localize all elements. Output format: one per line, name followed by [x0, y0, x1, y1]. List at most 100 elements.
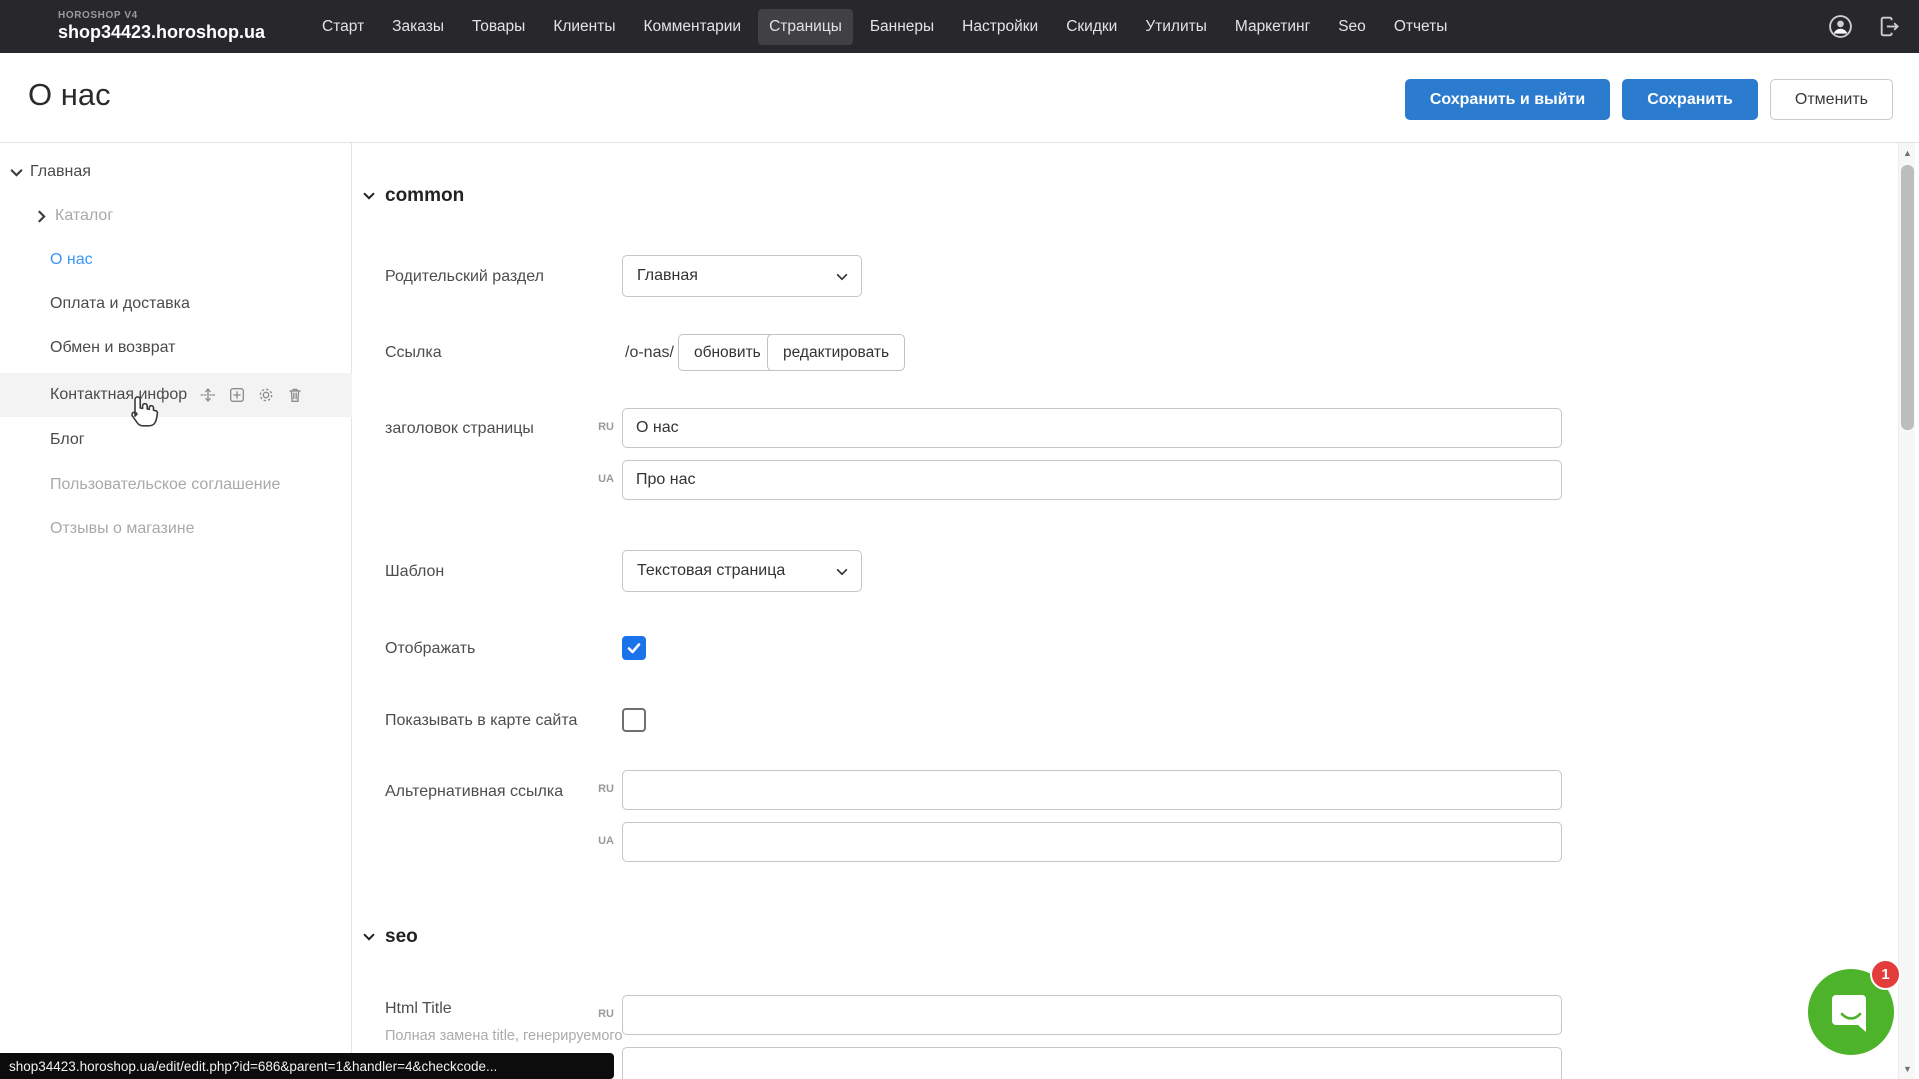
lang-ua-badge: UA — [586, 835, 614, 847]
page-title: О нас — [28, 77, 111, 113]
content-area: Главная Каталог О нас Оплата и доставка … — [0, 143, 1919, 1079]
top-navigation-bar: HOROSHOP V4 shop34423.horoshop.ua Старт … — [0, 0, 1919, 53]
page-heading-ru-input[interactable] — [622, 408, 1562, 448]
alt-link-ua-input[interactable] — [622, 822, 1562, 862]
chevron-right-icon — [33, 208, 50, 225]
settings-icon[interactable] — [257, 386, 275, 404]
nav-item-clients[interactable]: Клиенты — [542, 9, 626, 45]
save-and-exit-button[interactable]: Сохранить и выйти — [1405, 79, 1610, 120]
nav-item-products[interactable]: Товары — [461, 9, 536, 45]
link-label: Ссылка — [385, 344, 442, 362]
nav-item-seo[interactable]: Seo — [1327, 9, 1377, 45]
sidebar-item-kontaktnaya-informatsiya[interactable]: Контактная инфор — [0, 373, 352, 417]
chevron-down-icon — [835, 565, 849, 579]
chat-widget-button[interactable]: 1 — [1808, 969, 1894, 1055]
sidebar-item-obmen-i-vozvrat[interactable]: Обмен и возврат — [0, 326, 352, 370]
pages-tree-sidebar: Главная Каталог О нас Оплата и доставка … — [0, 143, 352, 1079]
vertical-scrollbar[interactable]: ▲ ▼ — [1898, 143, 1915, 1079]
tree-item-label: Обмен и возврат — [50, 339, 175, 357]
html-title-ru-input[interactable] — [622, 995, 1562, 1035]
nav-item-start[interactable]: Старт — [311, 9, 375, 45]
template-select[interactable]: Текстовая страница — [622, 550, 862, 592]
cancel-button[interactable]: Отменить — [1770, 79, 1893, 120]
link-path-value: /o-nas/ — [625, 344, 674, 362]
sitemap-checkbox[interactable] — [622, 708, 646, 732]
nav-item-banners[interactable]: Баннеры — [859, 9, 945, 45]
display-checkbox[interactable] — [622, 636, 646, 660]
sitemap-label: Показывать в карте сайта — [385, 712, 577, 730]
nav-item-settings[interactable]: Настройки — [951, 9, 1049, 45]
move-icon[interactable] — [199, 386, 217, 404]
nav-item-marketing[interactable]: Маркетинг — [1224, 9, 1321, 45]
tree-item-label: О нас — [50, 251, 93, 269]
sidebar-item-glavnaya[interactable]: Главная — [0, 150, 352, 194]
tree-item-label: Оплата и доставка — [50, 295, 190, 313]
chat-bubble-icon — [1828, 989, 1874, 1035]
save-button[interactable]: Сохранить — [1622, 79, 1758, 120]
parent-section-label: Родительский раздел — [385, 268, 544, 286]
brand-logo: HOROSHOP V4 shop34423.horoshop.ua — [58, 11, 265, 42]
sidebar-item-blog[interactable]: Блог — [0, 418, 352, 462]
lang-ru-badge: RU — [586, 421, 614, 433]
tree-item-label: Контактная инфор — [50, 386, 187, 404]
page-header: О нас Сохранить и выйти Сохранить Отмени… — [0, 53, 1919, 143]
tree-item-label: Пользовательское соглашение — [50, 476, 280, 494]
nav-item-utilities[interactable]: Утилиты — [1134, 9, 1218, 45]
header-action-buttons: Сохранить и выйти Сохранить Отменить — [1405, 79, 1893, 120]
sidebar-item-otzyvy-o-magazine[interactable]: Отзывы о магазине — [0, 507, 352, 551]
chat-unread-badge: 1 — [1870, 959, 1901, 990]
link-refresh-button[interactable]: обновить — [678, 334, 777, 371]
page-heading-label: заголовок страницы — [385, 420, 534, 438]
section-seo-toggle[interactable]: seo — [362, 926, 418, 948]
nav-item-orders[interactable]: Заказы — [381, 9, 455, 45]
section-seo-title: seo — [385, 926, 418, 948]
delete-icon[interactable] — [286, 386, 304, 404]
chevron-down-icon — [835, 270, 849, 284]
alt-link-ru-input[interactable] — [622, 770, 1562, 810]
chevron-down-icon — [8, 164, 25, 181]
sidebar-item-oplata-i-dostavka[interactable]: Оплата и доставка — [0, 282, 352, 326]
nav-item-pages[interactable]: Страницы — [758, 9, 853, 45]
template-value: Текстовая страница — [637, 562, 785, 580]
lang-ru-badge: RU — [586, 783, 614, 795]
nav-item-reports[interactable]: Отчеты — [1383, 9, 1459, 45]
nav-item-discounts[interactable]: Скидки — [1055, 9, 1128, 45]
top-nav-menu: Старт Заказы Товары Клиенты Комментарии … — [311, 9, 1458, 45]
tree-item-label: Главная — [30, 163, 91, 181]
link-url-status-tooltip: shop34423.horoshop.ua/edit/edit.php?id=6… — [0, 1053, 614, 1079]
chevron-down-icon — [362, 189, 376, 203]
sidebar-item-polzovatelskoe-soglashenie[interactable]: Пользовательское соглашение — [0, 463, 352, 507]
scrollbar-thumb[interactable] — [1901, 165, 1914, 430]
account-icon[interactable] — [1828, 14, 1853, 39]
nav-item-comments[interactable]: Комментарии — [632, 9, 752, 45]
page-heading-ua-input[interactable] — [622, 460, 1562, 500]
brand-version-label: HOROSHOP V4 — [58, 11, 265, 22]
parent-section-value: Главная — [637, 267, 698, 285]
link-edit-button[interactable]: редактировать — [767, 334, 905, 371]
brand-domain-label: shop34423.horoshop.ua — [58, 23, 265, 42]
display-label: Отображать — [385, 640, 475, 658]
tree-item-actions — [199, 386, 304, 404]
template-label: Шаблон — [385, 563, 444, 581]
add-icon[interactable] — [228, 386, 246, 404]
chevron-down-icon — [362, 930, 376, 944]
scroll-down-arrow-icon[interactable]: ▼ — [1899, 1061, 1916, 1077]
tree-item-label: Блог — [50, 431, 85, 449]
check-icon — [626, 640, 642, 656]
tree-item-label: Каталог — [55, 207, 113, 225]
scroll-up-arrow-icon[interactable]: ▲ — [1899, 145, 1916, 161]
logout-icon[interactable] — [1877, 14, 1902, 39]
lang-ru-badge: RU — [586, 1008, 614, 1020]
topbar-right-icons — [1828, 14, 1902, 39]
tree-item-label: Отзывы о магазине — [50, 520, 195, 538]
html-title-label: Html Title — [385, 1000, 452, 1018]
section-common-toggle[interactable]: common — [362, 185, 464, 207]
section-common-title: common — [385, 185, 464, 207]
sidebar-item-katalog[interactable]: Каталог — [0, 194, 352, 238]
lang-ua-badge: UA — [586, 473, 614, 485]
sidebar-item-o-nas[interactable]: О нас — [0, 238, 352, 282]
html-title-ua-input[interactable] — [622, 1047, 1562, 1079]
parent-section-select[interactable]: Главная — [622, 255, 862, 297]
alt-link-label: Альтернативная ссылка — [385, 783, 563, 801]
html-title-hint: Полная замена title, генерируемого — [385, 1028, 622, 1044]
